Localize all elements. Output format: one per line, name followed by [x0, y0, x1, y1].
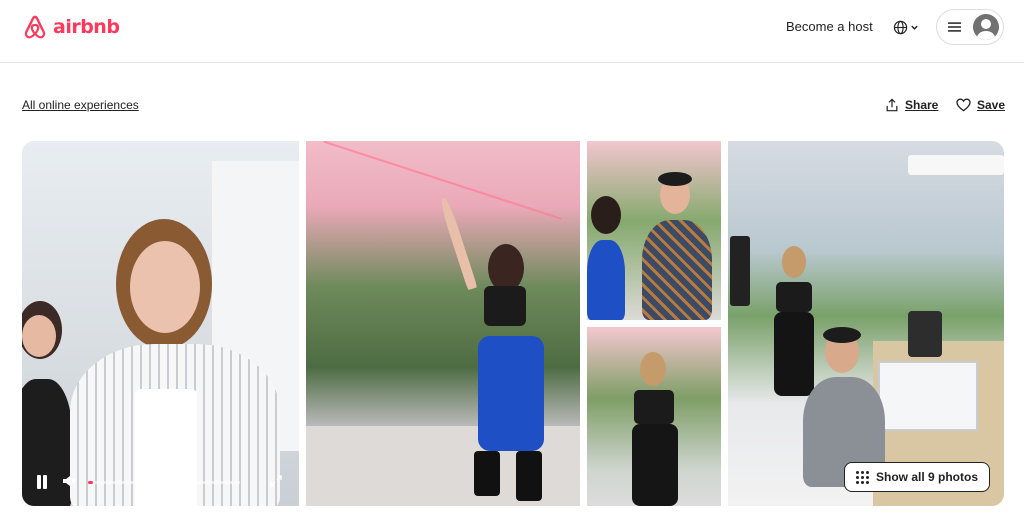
gallery-photo-2[interactable] — [306, 141, 580, 506]
all-online-experiences-link[interactable]: All online experiences — [22, 97, 139, 113]
top-header: airbnb Become a host — [0, 0, 1024, 63]
chevron-down-icon — [911, 25, 918, 30]
man-figure — [642, 172, 712, 320]
heart-icon — [956, 98, 971, 112]
share-button[interactable]: Share — [885, 95, 938, 115]
dancer-figure — [438, 196, 556, 506]
experience-video[interactable] — [22, 141, 299, 506]
share-label: Share — [905, 98, 939, 112]
become-host-button[interactable]: Become a host — [778, 14, 881, 40]
gallery-photo-3[interactable] — [587, 141, 721, 320]
tripod-shape — [730, 236, 750, 306]
monitor-shape — [878, 361, 978, 431]
language-button[interactable] — [886, 14, 926, 40]
ac-unit-shape — [908, 155, 1004, 175]
gallery-photo-4[interactable] — [587, 327, 721, 506]
globe-icon — [893, 20, 908, 34]
airbnb-logo[interactable]: airbnb — [22, 13, 120, 41]
video-progress-fill — [88, 481, 93, 484]
grid-dots-icon — [855, 470, 869, 484]
save-button[interactable]: Save — [956, 95, 1005, 115]
speaker-shape — [908, 311, 942, 357]
pause-icon[interactable] — [36, 475, 48, 489]
volume-muted-icon[interactable] — [62, 474, 76, 488]
fullscreen-icon[interactable] — [269, 474, 283, 488]
show-all-photos-button[interactable]: Show all 9 photos — [844, 462, 990, 492]
video-controls — [22, 466, 299, 496]
hamburger-icon — [948, 22, 961, 32]
woman-figure — [587, 196, 627, 320]
video-progress-bar[interactable] — [88, 481, 240, 484]
show-all-label: Show all 9 photos — [875, 470, 978, 484]
save-label: Save — [977, 98, 1006, 112]
share-icon — [886, 98, 898, 112]
dancer-figure-2 — [622, 352, 692, 506]
logo-text: airbnb — [53, 16, 120, 38]
main-presenter — [70, 219, 280, 506]
user-menu-button[interactable] — [936, 9, 1004, 45]
user-avatar-icon — [973, 14, 999, 40]
photo-gallery: Show all 9 photos — [22, 141, 1004, 506]
airbnb-logo-icon — [24, 15, 46, 39]
gallery-photo-5[interactable] — [728, 141, 1004, 506]
